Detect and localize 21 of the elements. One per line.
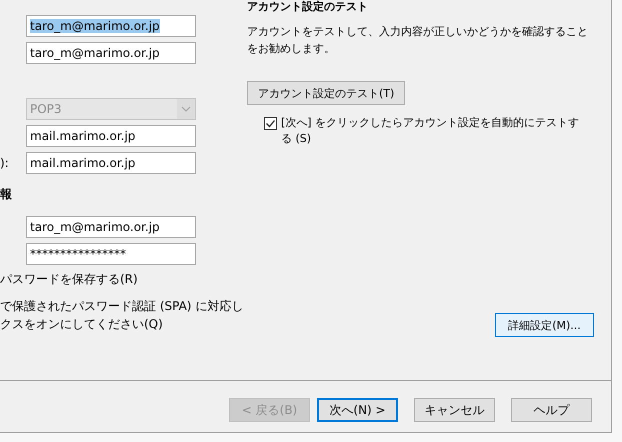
outgoing-server-field[interactable]: mail.marimo.or.jp [26, 152, 196, 174]
dialog-button[interactable]: 次へ(N) > [317, 398, 398, 422]
more-settings-button[interactable]: 詳細設定(M)... [495, 313, 594, 337]
checkbox[interactable] [264, 117, 277, 130]
outgoing-server-label: ): [0, 156, 10, 170]
username-field[interactable]: taro_m@marimo.or.jp [26, 216, 196, 238]
spa-description-line: で保護されたパスワード認証 (SPA) に対応し [0, 298, 244, 315]
auto-test-label: [次へ] をクリックしたらアカウント設定を自動的にテストする (S) [281, 115, 580, 147]
login-heading: 報 [0, 186, 13, 203]
incoming-server-field[interactable]: mail.marimo.or.jp [26, 125, 196, 147]
dialog-button[interactable]: ヘルプ [511, 398, 592, 422]
dialog-button[interactable]: キャンセル [414, 398, 495, 422]
test-account-button[interactable]: アカウント設定のテスト(T) [247, 81, 406, 105]
spa-description-line: クスをオンにしてください(Q) [0, 316, 164, 333]
remember-password-label: パスワードを保存する(R) [0, 271, 139, 288]
account-field[interactable]: taro_m@marimo.or.jp [26, 42, 196, 64]
section-title: アカウント設定のテスト [247, 0, 368, 13]
test-description: アカウントをテストして、入力内容が正しいかどうかを確認することをお勧めします。 [247, 24, 589, 57]
password-field[interactable]: **************** [26, 243, 196, 265]
chevron-down-icon [181, 106, 191, 112]
account-field[interactable]: taro_m@marimo.or.jp [26, 15, 196, 37]
